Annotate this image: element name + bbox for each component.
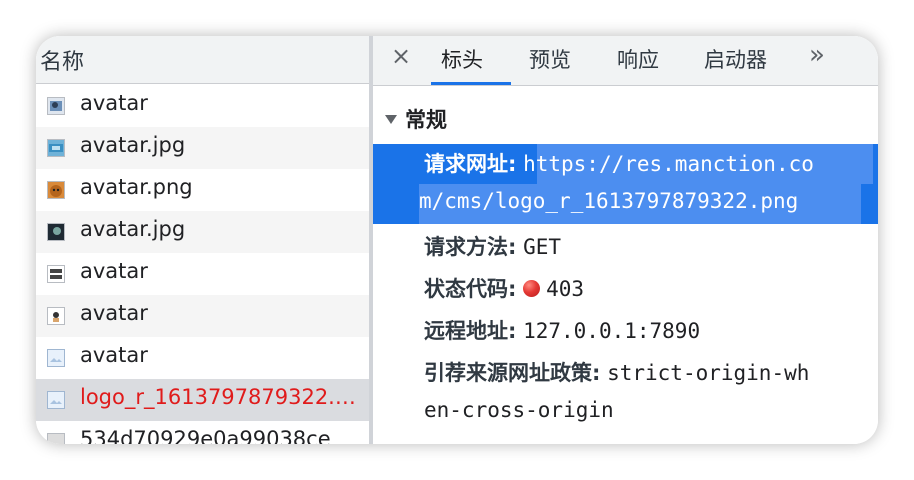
- image-thumbnail-icon: [47, 265, 65, 283]
- request-row[interactable]: avatar.png: [36, 169, 369, 211]
- avatar-thumbnail-icon: [47, 97, 65, 115]
- request-url-value-cont[interactable]: m/cms/logo_r_1613797879322.png: [419, 189, 798, 213]
- image-thumbnail-icon: [47, 307, 65, 325]
- referrer-policy-row: 引荐来源网址政策: strict-origin-wh: [424, 357, 809, 387]
- request-row[interactable]: avatar: [36, 337, 369, 379]
- broken-image-icon: [47, 391, 65, 409]
- request-list: 名称 avatar avatar.jpg avatar.png avatar.j: [36, 36, 369, 444]
- active-tab-indicator: [431, 82, 511, 85]
- referrer-policy-value[interactable]: strict-origin-wh: [607, 361, 809, 385]
- request-row[interactable]: avatar.jpg: [36, 127, 369, 169]
- request-name: avatar.jpg: [80, 217, 186, 241]
- more-tabs-icon[interactable]: »: [809, 40, 825, 70]
- request-method-row: 请求方法: GET: [424, 231, 561, 261]
- detail-tabbar: × 标头 预览 响应 启动器 »: [373, 36, 878, 86]
- request-name: avatar: [80, 259, 148, 283]
- request-name: avatar.png: [80, 175, 193, 199]
- status-code-label: 状态代码:: [424, 277, 517, 301]
- devtools-network-panel: 名称 avatar avatar.jpg avatar.png avatar.j: [36, 36, 878, 444]
- remote-address-row: 远程地址: 127.0.0.1:7890: [424, 315, 700, 345]
- request-name: avatar: [80, 301, 148, 325]
- request-row-selected[interactable]: logo_r_1613797879322.png: [36, 379, 369, 421]
- request-method-value[interactable]: GET: [523, 235, 561, 259]
- image-thumbnail-icon: [47, 223, 65, 241]
- image-thumbnail-icon: [47, 181, 65, 199]
- name-column-label: 名称: [40, 50, 85, 75]
- request-url-value[interactable]: https://res.manction.co: [523, 152, 814, 176]
- general-section-header[interactable]: 常规: [385, 104, 447, 134]
- remote-address-label: 远程地址:: [424, 319, 517, 343]
- tab-preview[interactable]: 预览: [529, 44, 571, 74]
- status-code-value[interactable]: 403: [546, 277, 584, 301]
- referrer-policy-value-cont[interactable]: en-cross-origin: [424, 398, 614, 422]
- request-url-label: 请求网址:: [424, 152, 517, 176]
- request-row[interactable]: 534d70929e0a99038ce: [36, 421, 369, 444]
- status-code-row: 状态代码: 403: [424, 273, 584, 303]
- tab-initiator[interactable]: 启动器: [704, 44, 767, 74]
- name-column-header[interactable]: 名称: [36, 36, 369, 84]
- expand-triangle-icon: [385, 114, 397, 124]
- request-name: 534d70929e0a99038ce: [80, 427, 331, 444]
- image-thumbnail-icon: [47, 433, 65, 444]
- referrer-policy-row-cont: en-cross-origin: [424, 398, 614, 422]
- broken-image-icon: [47, 349, 65, 367]
- tab-response[interactable]: 响应: [617, 44, 659, 74]
- request-name: avatar: [80, 343, 148, 367]
- request-row[interactable]: avatar: [36, 295, 369, 337]
- tab-headers[interactable]: 标头: [441, 44, 483, 74]
- request-row[interactable]: avatar: [36, 85, 369, 127]
- request-row[interactable]: avatar: [36, 253, 369, 295]
- request-details: × 标头 预览 响应 启动器 » 常规 请求网址: https://res.ma…: [373, 36, 878, 444]
- request-url-row: 请求网址: https://res.manction.co: [424, 148, 814, 178]
- image-thumbnail-icon: [47, 139, 65, 157]
- request-name: avatar: [80, 91, 148, 115]
- request-name: logo_r_1613797879322.png: [80, 385, 362, 409]
- remote-address-value[interactable]: 127.0.0.1:7890: [523, 319, 700, 343]
- referrer-policy-label: 引荐来源网址政策:: [424, 361, 601, 385]
- close-icon[interactable]: ×: [391, 42, 411, 70]
- request-method-label: 请求方法:: [424, 235, 517, 259]
- general-section-title: 常规: [405, 108, 447, 132]
- request-url-row-cont: m/cms/logo_r_1613797879322.png: [419, 189, 798, 213]
- status-error-dot-icon: [523, 279, 541, 297]
- request-row[interactable]: avatar.jpg: [36, 211, 369, 253]
- request-name: avatar.jpg: [80, 133, 186, 157]
